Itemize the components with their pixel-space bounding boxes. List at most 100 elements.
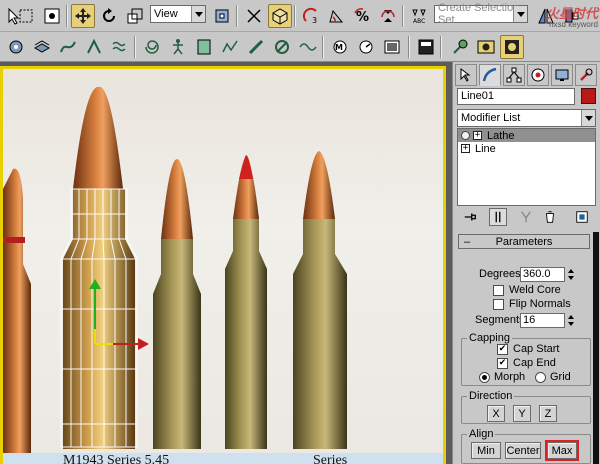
photo-caption-right: Series xyxy=(313,453,348,464)
parameters-rollout: – Parameters Degrees: 360.0 Weld Core Fl… xyxy=(453,232,600,464)
tab-motion[interactable] xyxy=(527,64,549,86)
morph-radio[interactable]: Morph xyxy=(479,371,525,383)
spline-icon[interactable] xyxy=(296,35,320,59)
motion-mixer-icon[interactable]: M xyxy=(328,35,352,59)
selection-set-dropdown[interactable]: Create Selection Set xyxy=(434,2,528,26)
pin-stack-icon[interactable] xyxy=(461,208,479,226)
flip-normals-label: Flip Normals xyxy=(509,298,571,310)
select-and-manipulate-icon[interactable] xyxy=(242,4,266,28)
segments-spinner[interactable]: 16 xyxy=(520,313,576,328)
cap-end-label: Cap End xyxy=(513,357,556,369)
parameters-rollout-header[interactable]: – Parameters xyxy=(458,234,590,249)
app-window: View 3 % ABC Create Selection Set 火星时代 h… xyxy=(0,0,600,464)
stack-item-line[interactable]: + Line xyxy=(458,142,595,155)
move-icon[interactable] xyxy=(71,4,95,28)
gear-icon[interactable] xyxy=(4,35,28,59)
align-center-button[interactable]: Center xyxy=(505,442,541,459)
make-unique-icon[interactable] xyxy=(517,208,535,226)
remove-modifier-icon[interactable] xyxy=(541,208,559,226)
spinner-arrows-icon[interactable] xyxy=(567,313,576,328)
active-shade-icon[interactable] xyxy=(500,35,524,59)
cap-end-box[interactable] xyxy=(497,357,508,369)
object-color-swatch[interactable] xyxy=(581,88,596,104)
dope-sheet-icon[interactable] xyxy=(218,35,242,59)
direction-z-button[interactable]: Z xyxy=(539,405,557,422)
perspective-viewport[interactable]: M1943 Series 5.45 Series xyxy=(0,62,452,464)
weld-core-checkbox[interactable]: Weld Core xyxy=(493,284,561,296)
show-end-result-icon[interactable] xyxy=(489,208,507,226)
flip-normals-box[interactable] xyxy=(493,298,504,310)
spinner-snap-icon[interactable] xyxy=(376,4,400,28)
bone-icon[interactable] xyxy=(244,35,268,59)
direction-title: Direction xyxy=(467,390,515,402)
pivot-center-icon[interactable] xyxy=(210,4,234,28)
modifier-list-label: Modifier List xyxy=(461,112,521,124)
select-by-name-icon[interactable] xyxy=(40,4,64,28)
align-max-button[interactable]: Max xyxy=(545,440,579,461)
cap-start-box[interactable] xyxy=(497,343,508,355)
tab-modify[interactable] xyxy=(479,64,501,86)
chevron-down-icon xyxy=(581,110,595,126)
quick-render-icon[interactable] xyxy=(448,35,472,59)
lightbulb-icon[interactable] xyxy=(461,131,470,140)
grid-radio-dot[interactable] xyxy=(535,371,546,383)
degrees-spinner[interactable]: 360.0 xyxy=(520,267,576,282)
tab-display[interactable] xyxy=(551,64,573,86)
weld-core-box[interactable] xyxy=(493,284,504,296)
tab-create[interactable] xyxy=(455,64,477,86)
direction-x-button[interactable]: X xyxy=(487,405,505,422)
main-toolbar: View 3 % ABC Create Selection Set 火星时代 h… xyxy=(0,0,600,32)
named-selection-icon[interactable]: ABC xyxy=(407,4,431,28)
expand-icon[interactable]: + xyxy=(473,131,482,140)
motion-icon[interactable] xyxy=(354,35,378,59)
toolbar-separator xyxy=(294,5,296,27)
object-name-field[interactable]: Line01 xyxy=(457,88,575,105)
render-frame-icon[interactable] xyxy=(414,35,438,59)
degrees-input[interactable]: 360.0 xyxy=(520,267,565,282)
morph-radio-dot[interactable] xyxy=(479,371,490,383)
grid-label: Grid xyxy=(550,371,571,383)
snaps-icon[interactable]: 3 xyxy=(299,4,323,28)
percent-snap-icon[interactable]: % xyxy=(350,4,374,28)
view-dropdown-label: View xyxy=(154,8,178,20)
toolbar-separator xyxy=(322,36,324,58)
weld-core-label: Weld Core xyxy=(509,284,561,296)
expand-icon[interactable]: + xyxy=(461,144,470,153)
material-editor-icon[interactable] xyxy=(192,35,216,59)
align-min-button[interactable]: Min xyxy=(471,442,501,459)
flip-normals-checkbox[interactable]: Flip Normals xyxy=(493,298,571,310)
modifier-list-dropdown[interactable]: Modifier List xyxy=(457,109,596,127)
scale-icon[interactable] xyxy=(123,4,147,28)
command-panel: Line01 Modifier List + Lathe + Line – Pa… xyxy=(452,62,600,464)
schematic-icon[interactable] xyxy=(82,35,106,59)
layer-manager-icon[interactable] xyxy=(30,35,54,59)
rotate-icon[interactable] xyxy=(97,4,121,28)
snap-toggle-icon[interactable] xyxy=(268,4,292,28)
direction-y-button[interactable]: Y xyxy=(513,405,531,422)
grid-radio[interactable]: Grid xyxy=(535,371,571,383)
curve-editor-icon[interactable] xyxy=(56,35,80,59)
cap-end-checkbox[interactable]: Cap End xyxy=(497,357,556,369)
stack-item-lathe[interactable]: + Lathe xyxy=(458,129,595,142)
rollout-scrollbar[interactable] xyxy=(593,232,599,464)
configure-modifier-sets-icon[interactable] xyxy=(573,208,591,226)
cap-start-checkbox[interactable]: Cap Start xyxy=(497,343,559,355)
toolbar-separator xyxy=(66,5,68,27)
wave-icon[interactable] xyxy=(108,35,132,59)
swirl-icon[interactable] xyxy=(140,35,164,59)
angle-snap-icon[interactable] xyxy=(324,4,348,28)
secondary-toolbar: M xyxy=(0,32,600,62)
morph-label: Morph xyxy=(494,371,526,383)
render-icon[interactable] xyxy=(474,35,498,59)
degrees-label: Degrees: xyxy=(479,268,524,280)
no-entry-icon[interactable] xyxy=(270,35,294,59)
spinner-arrows-icon[interactable] xyxy=(567,267,576,282)
tab-utilities[interactable] xyxy=(575,64,597,86)
tab-hierarchy[interactable] xyxy=(503,64,525,86)
render-setup-icon[interactable] xyxy=(380,35,404,59)
segments-input[interactable]: 16 xyxy=(520,313,565,328)
modifier-stack: + Lathe + Line xyxy=(457,128,596,206)
biped-icon[interactable] xyxy=(166,35,190,59)
reference-coordinate-dropdown[interactable]: View xyxy=(150,5,206,23)
region-select-icon[interactable] xyxy=(14,4,38,28)
